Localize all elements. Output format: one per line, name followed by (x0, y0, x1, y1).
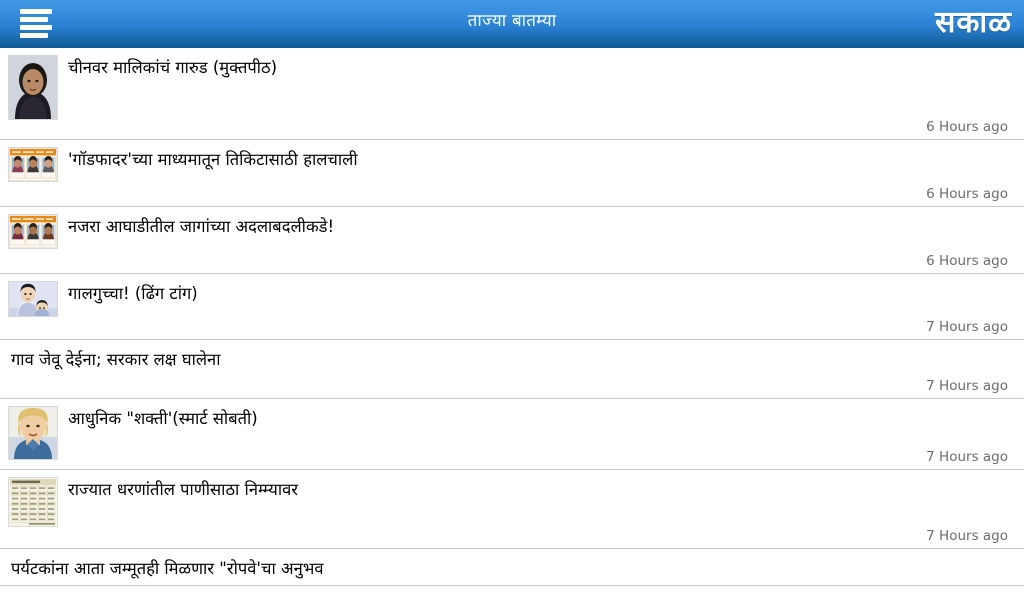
news-list-item[interactable]: राज्यात धरणांतील पाणीसाठा निम्म्यावर 7 Ho… (0, 470, 1024, 549)
app-header-bar: ताज्या बातम्या सकाळ (0, 0, 1024, 48)
news-headline: राज्यात धरणांतील पाणीसाठा निम्म्यावर (68, 480, 299, 499)
news-timestamp: 6 Hours ago (926, 253, 1008, 269)
news-list-item[interactable]: गाव जेवू देईना; सरकार लक्ष घालेना 7 Hours… (0, 340, 1024, 399)
news-headline: पर्यटकांना आता जम्मूतही मिळणार "रोपवे'चा… (11, 559, 324, 578)
news-timestamp: 6 Hours ago (926, 186, 1008, 202)
news-timestamp: 7 Hours ago (926, 449, 1008, 465)
news-headline: नजरा आघाडीतील जागांच्या अदलाबदलीकडे! (68, 217, 335, 236)
news-list-item[interactable]: नजरा आघाडीतील जागांच्या अदलाबदलीकडे! 6 Ho… (0, 207, 1024, 274)
news-list-item[interactable]: गालगुच्चा! (ढिंग टांग) 7 Hours ago (0, 274, 1024, 340)
news-list-item[interactable]: चीनवर मालिकांचं गारुड (मुक्तपीठ) 6 Hours … (0, 48, 1024, 140)
portrait-blonde-woman-photo (8, 406, 58, 460)
news-headline: गालगुच्चा! (ढिंग टांग) (68, 284, 198, 303)
page-title: ताज्या बातम्या (467, 11, 557, 31)
news-timestamp: 7 Hours ago (926, 378, 1008, 394)
hamburger-bar-4 (20, 33, 48, 38)
news-timestamp: 7 Hours ago (926, 528, 1008, 544)
news-headline: आधुनिक "शक्ती'(स्मार्ट सोबती) (68, 409, 258, 428)
news-timestamp: 6 Hours ago (926, 119, 1008, 135)
sakal-logo: सकाळ (935, 5, 1012, 40)
news-headline: 'गॉडफादर'च्या माध्यमातून तिकिटासाठी हालच… (68, 150, 358, 169)
news-list-item[interactable]: आधुनिक "शक्ती'(स्मार्ट सोबती) 7 Hours ago (0, 399, 1024, 470)
portrait-woman-photo (8, 55, 58, 120)
news-list-item[interactable]: 'गॉडफादर'च्या माध्यमातून तिकिटासाठी हालच… (0, 140, 1024, 207)
cartoon-illustration (8, 281, 58, 317)
news-headline: चीनवर मालिकांचं गारुड (मुक्तपीठ) (68, 58, 278, 77)
three-politicians-orange-banner-photo (8, 214, 58, 249)
news-headline: गाव जेवू देईना; सरकार लक्ष घालेना (11, 350, 221, 369)
news-timestamp: 7 Hours ago (926, 319, 1008, 335)
data-table-thumbnail (8, 477, 58, 527)
news-list: चीनवर मालिकांचं गारुड (मुक्तपीठ) 6 Hours … (0, 48, 1024, 586)
news-list-item[interactable]: पर्यटकांना आता जम्मूतही मिळणार "रोपवे'चा… (0, 549, 1024, 586)
three-politicians-photo (8, 147, 58, 182)
